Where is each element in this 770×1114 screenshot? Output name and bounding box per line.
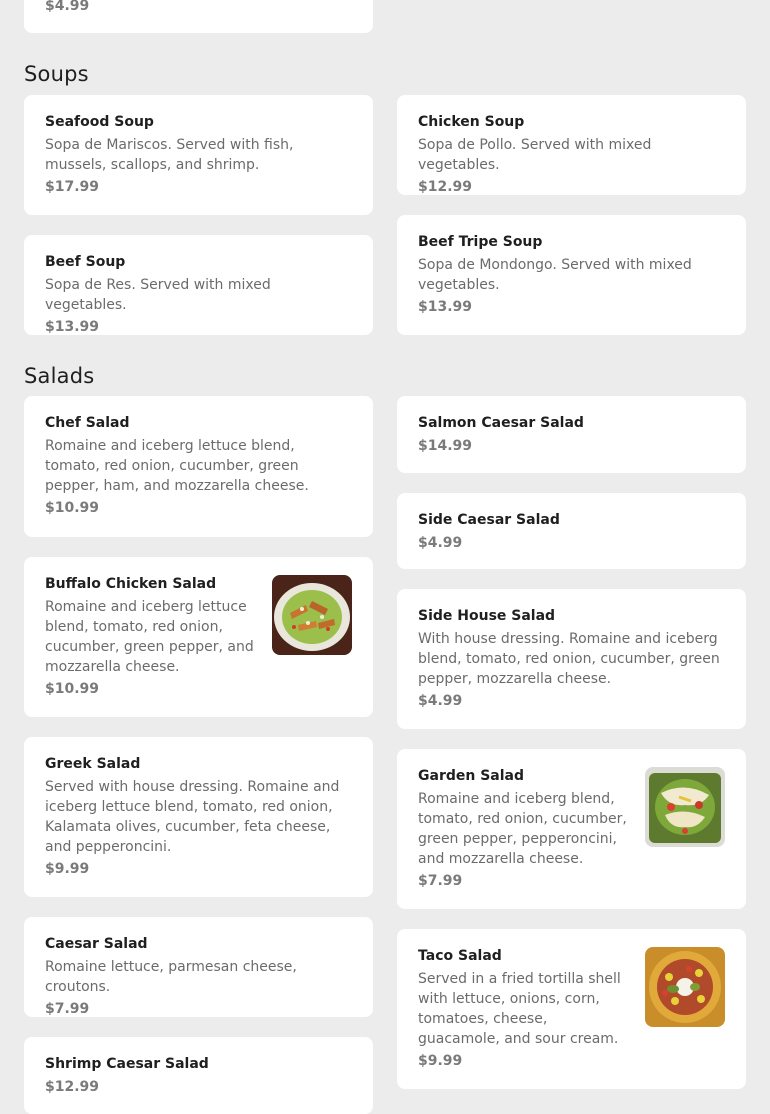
item-price: $17.99: [45, 179, 100, 195]
menu-item-buffalo-chicken-salad[interactable]: Buffalo Chicken Salad Romaine and iceber…: [24, 557, 373, 717]
item-price: $7.99: [45, 1001, 90, 1017]
item-name: Beef Soup: [45, 254, 126, 270]
menu-item-beef-soup[interactable]: Beef Soup Sopa de Res. Served with mixed…: [24, 235, 373, 335]
item-name: Greek Salad: [45, 756, 141, 772]
menu-item-card[interactable]: $4.99: [24, 0, 373, 33]
item-name: Side Caesar Salad: [418, 512, 560, 528]
menu-item-side-caesar-salad[interactable]: Side Caesar Salad $4.99: [397, 493, 746, 569]
menu-item-caesar-salad[interactable]: Caesar Salad Romaine lettuce, parmesan c…: [24, 917, 373, 1017]
item-description: Served with house dressing. Romaine and …: [45, 779, 340, 855]
item-description: Romaine lettuce, parmesan cheese, crouto…: [45, 959, 297, 995]
item-price: $14.99: [418, 438, 473, 454]
menu-item-greek-salad[interactable]: Greek Salad Served with house dressing. …: [24, 737, 373, 897]
menu-item-chef-salad[interactable]: Chef Salad Romaine and iceberg lettuce b…: [24, 396, 373, 537]
item-price: $4.99: [418, 693, 463, 709]
item-name: Beef Tripe Soup: [418, 234, 543, 250]
item-price: $9.99: [418, 1053, 463, 1069]
item-name: Buffalo Chicken Salad: [45, 576, 217, 592]
item-name: Shrimp Caesar Salad: [45, 1056, 209, 1072]
item-price: $4.99: [418, 535, 463, 551]
item-name: Chef Salad: [45, 415, 130, 431]
menu-item-salmon-caesar-salad[interactable]: Salmon Caesar Salad $14.99: [397, 396, 746, 473]
menu-item-side-house-salad[interactable]: Side House Salad With house dressing. Ro…: [397, 589, 746, 729]
menu-item-seafood-soup[interactable]: Seafood Soup Sopa de Mariscos. Served wi…: [24, 95, 373, 215]
item-name: Salmon Caesar Salad: [418, 415, 584, 431]
menu-page: $4.99 Soups Seafood Soup Sopa de Marisco…: [0, 0, 770, 1114]
item-price: $12.99: [45, 1079, 100, 1095]
item-description: With house dressing. Romaine and iceberg…: [418, 631, 720, 687]
item-description: Sopa de Pollo. Served with mixed vegetab…: [418, 137, 652, 173]
item-price: $12.99: [418, 179, 473, 195]
item-price: $10.99: [45, 500, 100, 516]
menu-item-garden-salad[interactable]: Garden Salad Romaine and iceberg blend, …: [397, 749, 746, 909]
item-name: Garden Salad: [418, 768, 524, 784]
menu-item-beef-tripe-soup[interactable]: Beef Tripe Soup Sopa de Mondongo. Served…: [397, 215, 746, 335]
item-description: Sopa de Mondongo. Served with mixed vege…: [418, 257, 692, 293]
item-price: $13.99: [45, 319, 100, 335]
menu-item-shrimp-caesar-salad[interactable]: Shrimp Caesar Salad $12.99: [24, 1037, 373, 1114]
item-name: Caesar Salad: [45, 936, 148, 952]
item-price: $9.99: [45, 861, 90, 877]
item-description: Romaine and iceberg lettuce blend, tomat…: [45, 438, 309, 494]
item-name: Taco Salad: [418, 948, 502, 964]
item-price: $10.99: [45, 681, 100, 697]
item-name: Chicken Soup: [418, 114, 525, 130]
item-name: Side House Salad: [418, 608, 556, 624]
item-price: $4.99: [45, 0, 90, 14]
item-description: Served in a fried tortilla shell with le…: [418, 971, 621, 1047]
section-title-salads: Salads: [24, 364, 95, 388]
garden-salad-photo[interactable]: [645, 767, 725, 847]
section-title-soups: Soups: [24, 62, 89, 86]
item-description: Sopa de Mariscos. Served with fish, muss…: [45, 137, 294, 173]
item-price: $13.99: [418, 299, 473, 315]
menu-item-taco-salad[interactable]: Taco Salad Served in a fried tortilla sh…: [397, 929, 746, 1089]
item-price: $7.99: [418, 873, 463, 889]
buffalo-chicken-salad-photo[interactable]: [272, 575, 352, 655]
item-description: Romaine and iceberg blend, tomato, red o…: [418, 791, 627, 867]
item-description: Romaine and iceberg lettuce blend, tomat…: [45, 599, 254, 675]
item-name: Seafood Soup: [45, 114, 154, 130]
taco-salad-photo[interactable]: [645, 947, 725, 1027]
item-description: Sopa de Res. Served with mixed vegetable…: [45, 277, 271, 313]
menu-item-chicken-soup[interactable]: Chicken Soup Sopa de Pollo. Served with …: [397, 95, 746, 195]
